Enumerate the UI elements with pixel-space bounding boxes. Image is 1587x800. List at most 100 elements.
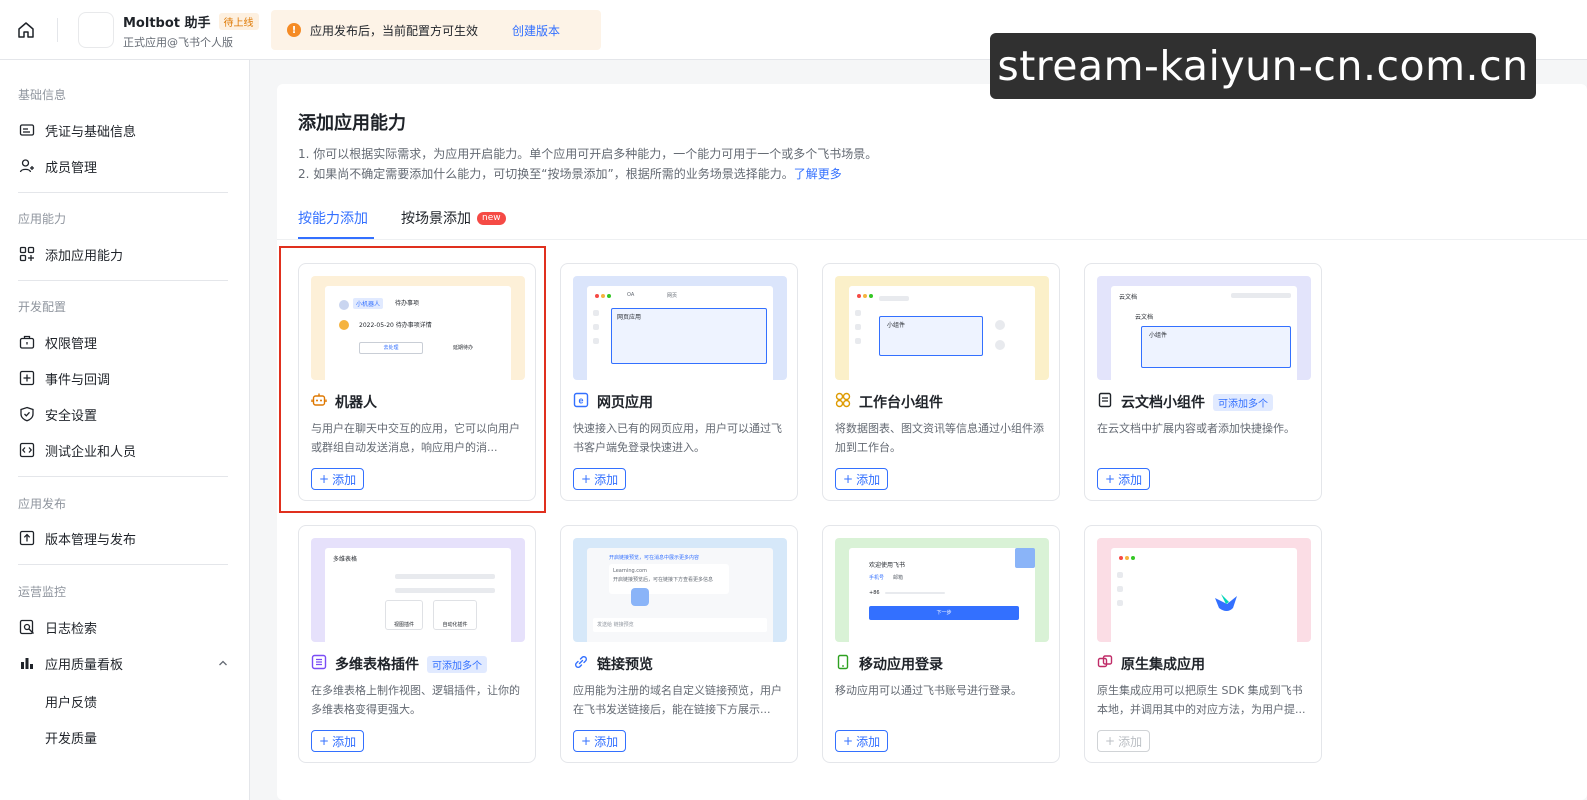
card-description: 在云文档中扩展内容或者添加快捷操作。: [1097, 422, 1295, 435]
capability-card-mobile-login[interactable]: 欢迎使用飞书 手机号 邮箱 +86 下一步 移动应用登录 移动应用可以通过飞书账…: [822, 525, 1060, 763]
card-preview: OA 网页 网页应用: [573, 276, 787, 380]
card-description: 快速接入已有的网页应用，用户可以通过飞书客户端免登录快速进入。: [573, 422, 782, 454]
grid-plus-icon: [18, 245, 36, 263]
app-name: Moltbot 助手 待上线: [123, 12, 259, 31]
preview-window: 小机器人 待办事项 2022-05-20 待办事项详情 去处理 延期待办: [325, 286, 511, 380]
capability-card-base-plugin[interactable]: 多维表格 视图插件 自动化插件 多维表格插件 可添加多个 在多维表格上制作视图、…: [298, 525, 536, 763]
card-title: 工作台小组件: [835, 392, 943, 412]
tab-by-scenario[interactable]: 按场景添加 new: [401, 208, 506, 228]
preview-chip: 小机器人: [353, 298, 384, 309]
app-avatar: [78, 12, 114, 48]
sidebar-item-add-capability[interactable]: 添加应用能力: [18, 242, 233, 266]
active-tab-indicator: [298, 237, 374, 239]
preview-input: 发送给 链接预览: [593, 618, 767, 632]
divider: [18, 280, 228, 281]
preview-tab: 手机号: [869, 575, 885, 581]
preview-window: 开启链接预览，可在消息中展示更多内容 Learning.com 开启链接预览后，…: [587, 548, 773, 642]
tab-by-capability[interactable]: 按能力添加: [298, 208, 368, 228]
briefcase-icon: [18, 333, 36, 351]
upload-icon: [18, 529, 36, 547]
preview-window: 云文档 云文档 小组件: [1111, 286, 1297, 380]
capability-card-bot[interactable]: 小机器人 待办事项 2022-05-20 待办事项详情 去处理 延期待办 机器人…: [298, 263, 536, 501]
preview-tab: OA: [627, 292, 635, 298]
section-monitoring: 运营监控: [18, 585, 67, 599]
capability-card-native-app[interactable]: 原生集成应用 原生集成应用可以把原生 SDK 集成到飞书本地，并调用其中的对应方…: [1084, 525, 1322, 763]
sidebar-item-logs[interactable]: 日志检索: [18, 615, 233, 639]
add-button[interactable]: + 添加: [311, 730, 365, 752]
card-preview: 开启链接预览，可在消息中展示更多内容 Learning.com 开启链接预览后，…: [573, 538, 787, 642]
svg-text:e: e: [578, 396, 583, 406]
chevron-up-icon[interactable]: [217, 657, 229, 673]
preview-header: 多维表格: [333, 556, 358, 563]
plus-icon: +: [843, 734, 854, 748]
sidebar-item-label: 事件与回调: [45, 372, 111, 388]
divider: [18, 192, 228, 193]
add-button-label: 添加: [1118, 472, 1143, 487]
sidebar-item-label: 成员管理: [45, 160, 98, 176]
preview-next-button: 下一步: [869, 606, 1019, 620]
card-title-text: 移动应用登录: [859, 657, 943, 673]
card-title-text: 多维表格插件: [335, 657, 419, 673]
plus-icon: +: [581, 734, 592, 748]
description-text: 2. 如果尚不确定需要添加什么能力，可切换至“按场景添加”，根据所需的业务场景选…: [298, 167, 794, 181]
card-title-text: 网页应用: [597, 395, 653, 411]
add-button[interactable]: + 添加: [835, 468, 889, 490]
plus-icon: +: [581, 472, 592, 486]
sidebar-item-label: 安全设置: [45, 408, 98, 424]
card-title-text: 云文档小组件: [1121, 395, 1205, 411]
create-version-link[interactable]: 创建版本: [512, 22, 560, 39]
add-button-label: 添加: [594, 472, 619, 487]
capability-card-docs-widget[interactable]: 云文档 云文档 小组件 云文档小组件 可添加多个 在云文档中扩展内容或者添加快捷…: [1084, 263, 1322, 501]
preview-message-2: 开启链接预览后，可在链接下方查看更多信息: [613, 577, 714, 583]
card-title: 链接预览: [573, 654, 653, 674]
home-icon[interactable]: [14, 18, 38, 42]
description-line-2: 2. 如果尚不确定需要添加什么能力，可切换至“按场景添加”，根据所需的业务场景选…: [298, 165, 842, 182]
sidebar-subitem-feedback[interactable]: 用户反馈: [45, 692, 97, 711]
sidebar-item-label: 应用质量看板: [45, 657, 124, 673]
sidebar-item-credentials[interactable]: 凭证与基础信息: [18, 118, 233, 142]
sidebar-item-versions[interactable]: 版本管理与发布: [18, 526, 233, 550]
capability-card-web-app[interactable]: OA 网页 网页应用 e 网页应用 快速接入已有的网页应用，用户可以通过飞书客户…: [560, 263, 798, 501]
card-preview: 多维表格 视图插件 自动化插件: [311, 538, 525, 642]
add-button-label: 添加: [856, 734, 881, 749]
preview-window: 欢迎使用飞书 手机号 邮箱 +86 下一步: [849, 548, 1035, 642]
section-app-capabilities: 应用能力: [18, 212, 67, 226]
sidebar-item-label: 版本管理与发布: [45, 532, 137, 548]
sidebar-item-quality[interactable]: 应用质量看板: [18, 651, 233, 675]
plus-icon: +: [1105, 734, 1116, 748]
status-badge: 待上线: [218, 13, 259, 30]
sidebar-item-security[interactable]: 安全设置: [18, 402, 233, 426]
sidebar-item-events[interactable]: 事件与回调: [18, 366, 233, 390]
sidebar-item-label: 添加应用能力: [45, 248, 124, 264]
preview-box-label: 小组件: [1149, 332, 1168, 339]
sidebar-subitem-dev-quality[interactable]: 开发质量: [45, 728, 97, 747]
preview-message: 开启链接预览，可在消息中展示更多内容: [609, 555, 700, 561]
multi-add-tag: 可添加多个: [427, 655, 487, 673]
card-description: 在多维表格上制作视图、逻辑插件，让你的多维表格变得更强大。: [311, 684, 520, 716]
sidebar-item-permissions[interactable]: 权限管理: [18, 330, 233, 354]
card-title: 多维表格插件 可添加多个: [311, 654, 487, 674]
add-button-disabled: + 添加: [1097, 730, 1151, 752]
add-button-label: 添加: [1118, 734, 1143, 749]
add-button[interactable]: + 添加: [835, 730, 889, 752]
card-description: 与用户在聊天中交互的应用，它可以向用户或群组自动发送消息，响应用户的消...: [311, 422, 520, 454]
add-button[interactable]: + 添加: [573, 730, 627, 752]
robot-icon: [311, 392, 327, 412]
plus-icon: +: [319, 734, 330, 748]
id-card-icon: [18, 121, 36, 139]
add-button[interactable]: + 添加: [573, 468, 627, 490]
section-basic-info: 基础信息: [18, 88, 67, 102]
card-preview: 云文档 云文档 小组件: [1097, 276, 1311, 380]
table-list-icon: [311, 654, 327, 674]
shield-icon: [18, 405, 36, 423]
add-button[interactable]: + 添加: [311, 468, 365, 490]
sidebar-item-test-tenants[interactable]: 测试企业和人员: [18, 438, 233, 462]
preview-box-label: 小组件: [887, 322, 906, 329]
sidebar-item-members[interactable]: 成员管理: [18, 154, 233, 178]
add-button[interactable]: + 添加: [1097, 468, 1151, 490]
preview-header: 云文档: [1119, 294, 1138, 301]
capability-card-link-preview[interactable]: 开启链接预览，可在消息中展示更多内容 Learning.com 开启链接预览后，…: [560, 525, 798, 763]
preview-tab: 邮箱: [893, 575, 904, 581]
capability-card-workplace-widget[interactable]: 小组件 工作台小组件 将数据图表、图文资讯等信息通过小组件添加到工作台。 + 添加: [822, 263, 1060, 501]
learn-more-link[interactable]: 了解更多: [794, 167, 842, 181]
